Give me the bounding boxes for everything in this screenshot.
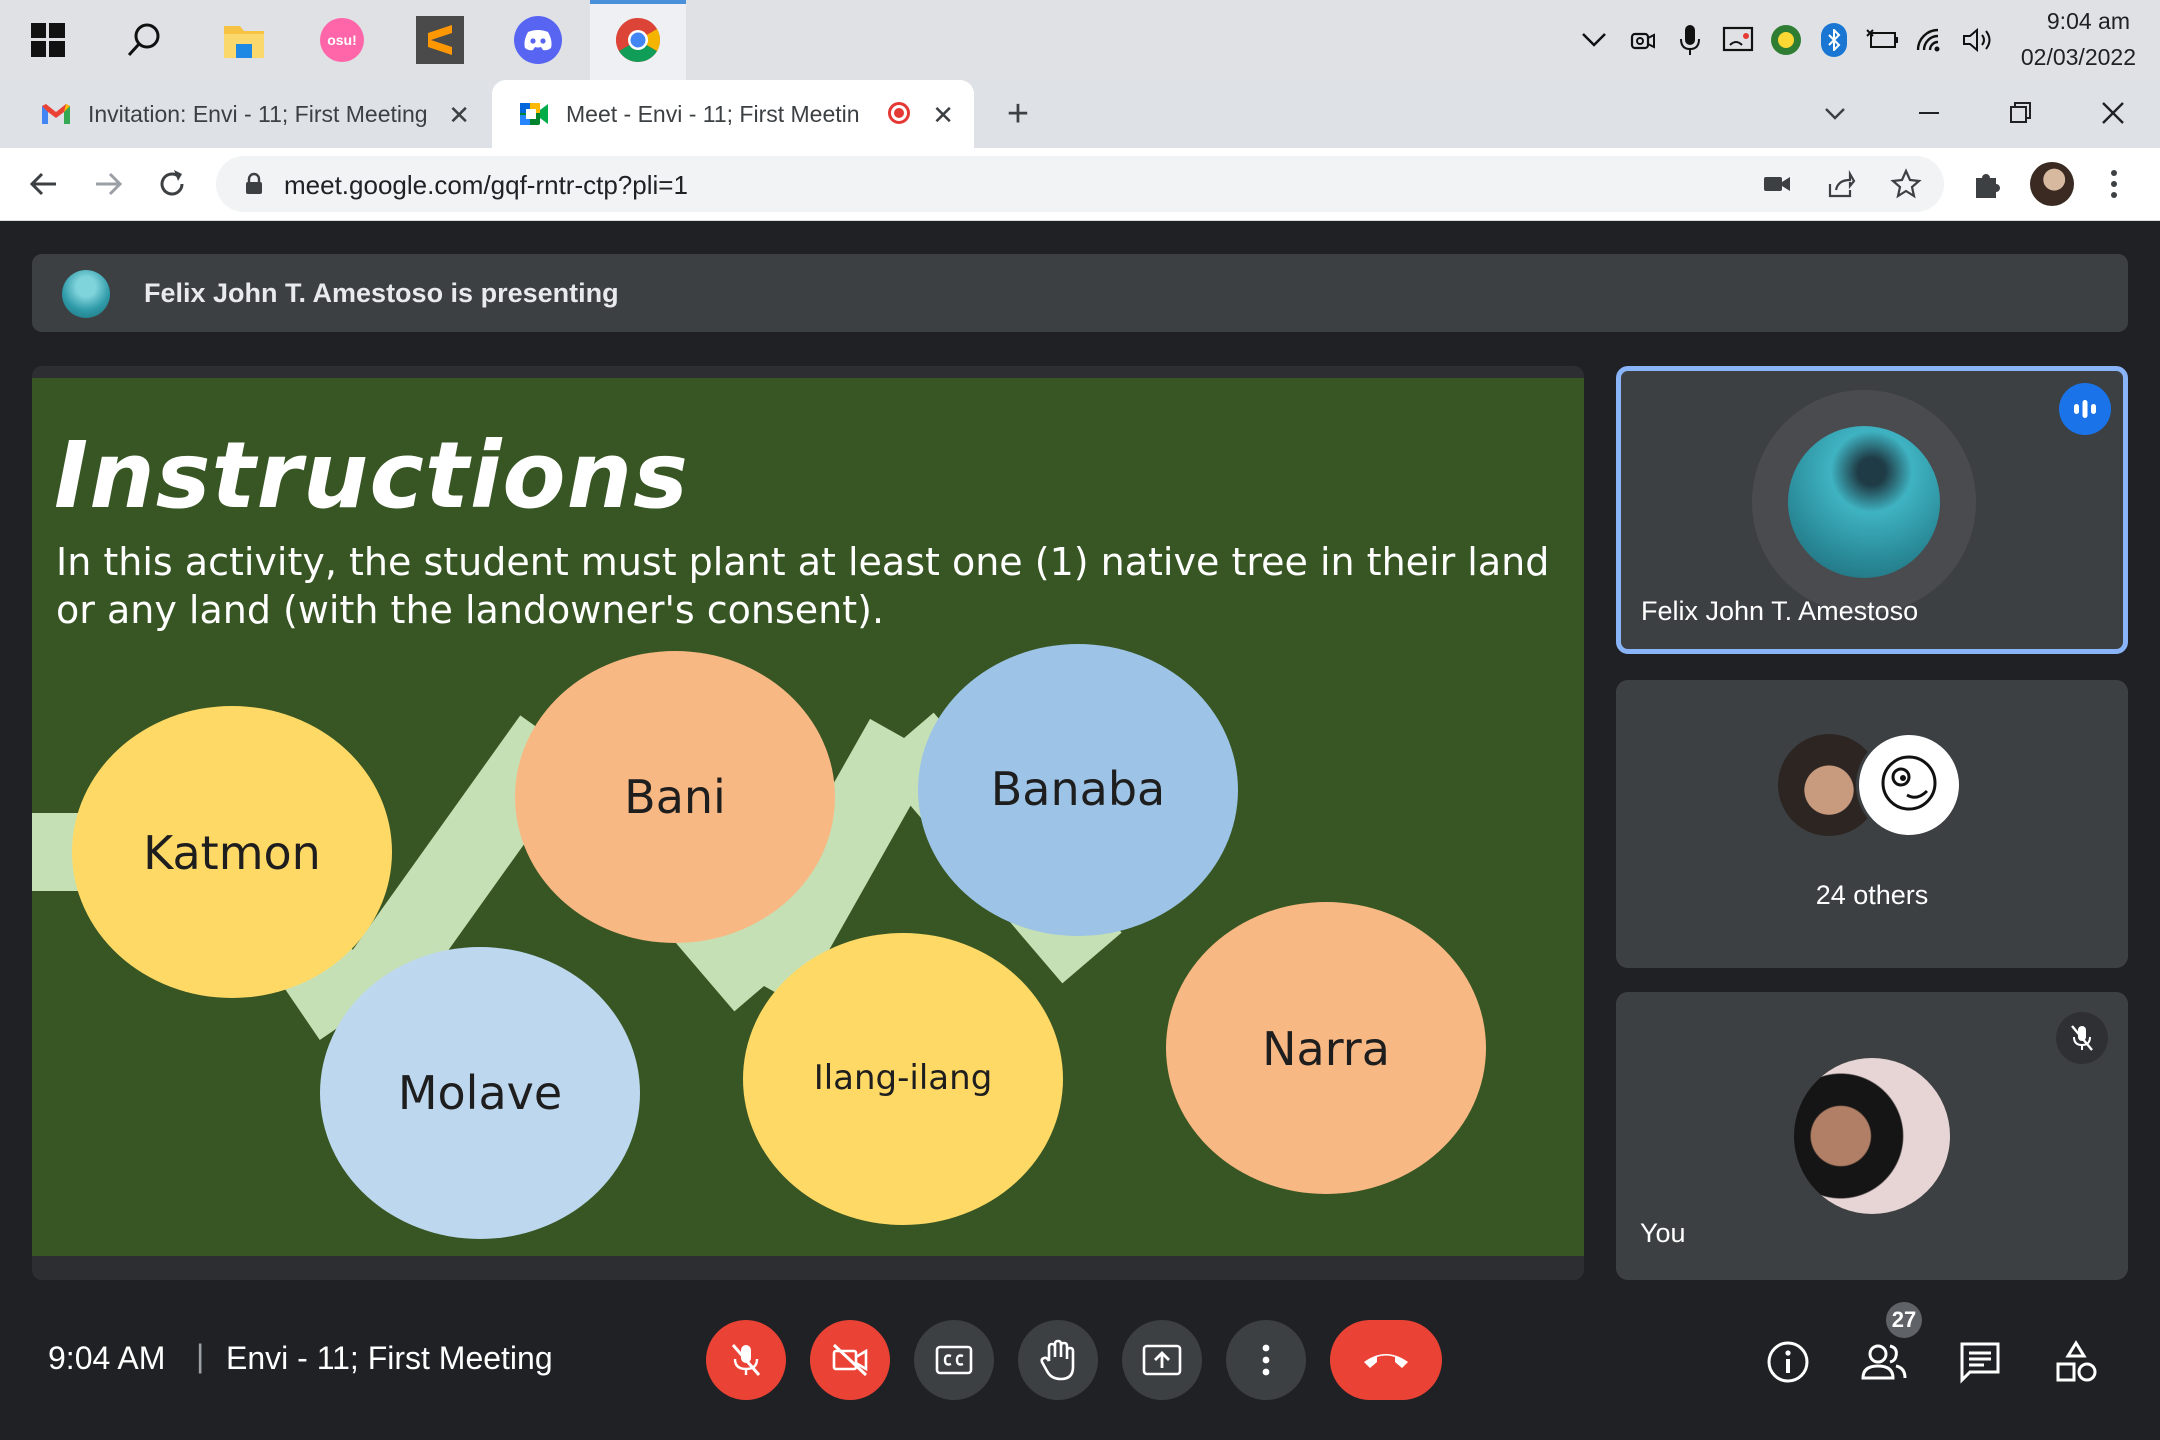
audio-level-icon	[2059, 383, 2111, 435]
tab-meet[interactable]: Meet - Envi - 11; First Meetin ✕	[492, 80, 974, 148]
address-bar: meet.google.com/gqf-rntr-ctp?pli=1	[0, 148, 2160, 221]
recording-icon	[888, 102, 910, 124]
url-text[interactable]: meet.google.com/gqf-rntr-ctp?pli=1	[284, 170, 688, 201]
shapes-icon	[2056, 1340, 2097, 1382]
share-icon[interactable]	[1826, 169, 1856, 205]
participant-tile-others[interactable]: 24 others	[1616, 680, 2128, 968]
captions-button[interactable]	[914, 1320, 994, 1400]
meeting-time: 9:04 AM	[48, 1340, 166, 1376]
tab-strip: Invitation: Envi - 11; First Meeting ✕ M…	[0, 80, 2160, 148]
google-meet-icon	[520, 103, 548, 125]
camera-off-icon	[832, 1343, 868, 1377]
shared-slide: Instructions In this activity, the stude…	[32, 378, 1584, 1256]
close-tab-icon[interactable]: ✕	[448, 100, 470, 131]
mic-toggle-button[interactable]	[706, 1320, 786, 1400]
present-now-button[interactable]	[1122, 1320, 1202, 1400]
tree-label-molave: Molave	[397, 1066, 563, 1120]
restore-icon[interactable]	[2006, 98, 2036, 133]
clock-time[interactable]: 9:04 am	[1990, 8, 2130, 35]
people-button[interactable]	[1856, 1334, 1912, 1390]
presenting-banner: Felix John T. Amestoso is presenting	[32, 254, 2128, 332]
clock-date[interactable]: 02/03/2022	[1976, 44, 2136, 71]
tree-label-narra: Narra	[1262, 1022, 1390, 1076]
self-label: You	[1640, 1218, 1686, 1248]
tab-gmail-invitation[interactable]: Invitation: Envi - 11; First Meeting ✕	[0, 80, 490, 148]
participant-tile-presenter[interactable]: Felix John T. Amestoso	[1616, 366, 2128, 654]
info-icon	[1767, 1341, 1809, 1383]
osu-icon[interactable]: osu!	[310, 8, 374, 72]
extensions-icon[interactable]	[1972, 168, 2004, 205]
chevron-up-icon[interactable]	[1576, 20, 1612, 60]
omnibox[interactable]: meet.google.com/gqf-rntr-ctp?pli=1	[216, 156, 1944, 212]
chrome-menu-icon[interactable]	[2104, 166, 2124, 207]
discord-icon[interactable]	[506, 8, 570, 72]
presenter-avatar	[1788, 426, 1940, 578]
minimize-icon[interactable]	[1914, 98, 1944, 133]
chat-icon	[1960, 1342, 2000, 1384]
separator: |	[196, 1338, 205, 1374]
meeting-name: Envi - 11; First Meeting	[226, 1340, 553, 1376]
cast-icon[interactable]	[1720, 20, 1756, 60]
forward-icon[interactable]	[90, 166, 126, 207]
participant-tile-self[interactable]: You	[1616, 992, 2128, 1280]
activities-button[interactable]	[2048, 1334, 2104, 1390]
tree-label-bani: Bani	[624, 770, 726, 824]
search-icon[interactable]	[112, 8, 176, 72]
camera-in-use-icon[interactable]	[1762, 170, 1792, 203]
others-count: 24 others	[1815, 880, 1929, 910]
chrome-icon[interactable]	[590, 0, 686, 80]
self-avatar	[1794, 1058, 1950, 1214]
leave-call-button[interactable]	[1330, 1320, 1442, 1400]
more-options-button[interactable]	[1226, 1320, 1306, 1400]
gmail-icon	[42, 104, 70, 124]
participant-name: Felix John T. Amestoso	[1641, 596, 1919, 626]
back-icon[interactable]	[26, 166, 62, 207]
battery-icon[interactable]	[1864, 20, 1900, 60]
bookmark-star-icon[interactable]	[1890, 168, 1922, 205]
sublime-text-icon[interactable]	[408, 8, 472, 72]
people-icon	[1861, 1344, 1907, 1380]
new-tab-button[interactable]: +	[998, 90, 1038, 138]
close-tab-icon[interactable]: ✕	[932, 100, 954, 131]
wifi-icon[interactable]	[1912, 20, 1948, 60]
meeting-details-button[interactable]	[1760, 1334, 1816, 1390]
tab-search-icon[interactable]	[1820, 98, 1850, 133]
file-explorer-icon[interactable]	[212, 8, 276, 72]
end-call-icon	[1364, 1354, 1408, 1368]
tree-label-ilang-ilang: Ilang-ilang	[813, 1058, 993, 1098]
present-screen-icon	[1142, 1344, 1182, 1376]
raise-hand-button[interactable]	[1018, 1320, 1098, 1400]
camera-icon[interactable]	[1624, 20, 1660, 60]
presenter-avatar	[62, 270, 110, 318]
start-icon[interactable]	[16, 8, 80, 72]
hand-icon	[1040, 1339, 1075, 1381]
reload-icon[interactable]	[154, 166, 190, 207]
muted-mic-icon	[2056, 1012, 2108, 1064]
bluetooth-icon[interactable]	[1816, 20, 1852, 60]
green-app-icon[interactable]	[1768, 20, 1804, 60]
microphone-icon[interactable]	[1672, 20, 1708, 60]
presentation-stage[interactable]: Instructions In this activity, the stude…	[32, 366, 1584, 1280]
tree-label-banaba: Banaba	[990, 762, 1166, 816]
taskbar: osu! 9:04 am 02/03/2022	[0, 0, 2160, 80]
chat-button[interactable]	[1952, 1334, 2008, 1390]
more-vert-icon	[1262, 1344, 1270, 1376]
mic-off-icon	[731, 1344, 761, 1376]
participant-avatar	[1856, 732, 1962, 838]
tab-title: Meet - Envi - 11; First Meetin	[566, 100, 860, 127]
close-window-icon[interactable]	[2098, 98, 2128, 133]
profile-avatar[interactable]	[2030, 162, 2074, 206]
tab-title: Invitation: Envi - 11; First Meeting	[88, 100, 428, 127]
presenting-text: Felix John T. Amestoso is presenting	[144, 278, 619, 308]
tree-label-katmon: Katmon	[143, 826, 321, 880]
closed-captions-icon	[935, 1345, 973, 1375]
people-count-badge: 27	[1886, 1302, 1922, 1338]
lock-icon[interactable]	[244, 172, 264, 201]
camera-toggle-button[interactable]	[810, 1320, 890, 1400]
